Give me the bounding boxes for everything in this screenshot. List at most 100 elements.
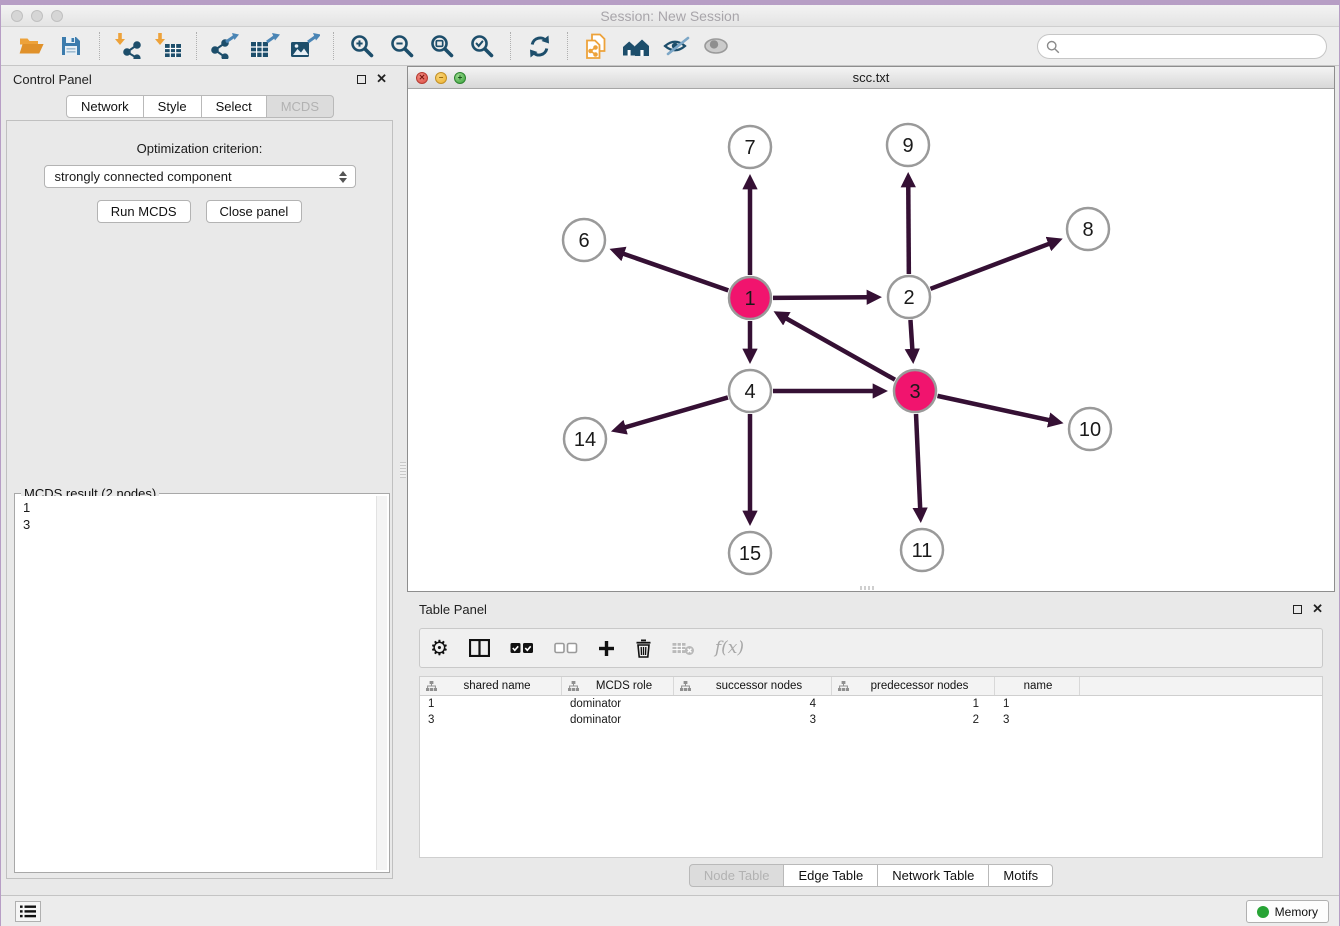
table-body: 1dominator4113dominator323 bbox=[420, 696, 1322, 728]
table-settings-icon[interactable]: ⚙ bbox=[430, 635, 449, 661]
graph-edge-2-8[interactable] bbox=[931, 244, 1050, 289]
delete-table-icon[interactable] bbox=[672, 635, 695, 661]
graph-node-label-4: 4 bbox=[744, 381, 755, 403]
table-cell[interactable]: dominator bbox=[562, 698, 674, 710]
memory-status-dot bbox=[1257, 906, 1269, 918]
table-tabs: Node TableEdge TableNetwork TableMotifs bbox=[407, 864, 1335, 887]
tab-network[interactable]: Network bbox=[66, 95, 144, 118]
graph-edge-1-2[interactable] bbox=[773, 297, 868, 298]
column-header-successor-nodes[interactable]: successor nodes bbox=[674, 677, 832, 695]
tab-mcds[interactable]: MCDS bbox=[267, 95, 334, 118]
hide-selected-button[interactable] bbox=[658, 30, 694, 62]
window-titlebar: Session: New Session bbox=[1, 5, 1339, 27]
table-cell[interactable]: 1 bbox=[420, 698, 562, 710]
table-row[interactable]: 3dominator323 bbox=[420, 712, 1322, 728]
search-input[interactable] bbox=[1065, 37, 1326, 57]
tab-select[interactable]: Select bbox=[202, 95, 267, 118]
toolbar-separator bbox=[333, 32, 334, 60]
function-builder-icon[interactable]: f(x) bbox=[715, 635, 744, 661]
column-header-MCDS-role[interactable]: MCDS role bbox=[562, 677, 674, 695]
window-zoom-button[interactable] bbox=[51, 10, 63, 22]
graph-edge-2-3[interactable] bbox=[910, 320, 912, 350]
network-close-button[interactable]: ✕ bbox=[416, 72, 428, 84]
graph-edge-4-14[interactable] bbox=[624, 397, 728, 427]
split-divider-grip[interactable] bbox=[400, 462, 406, 478]
import-table-button[interactable] bbox=[150, 30, 186, 62]
network-window-controls: ✕ − + bbox=[416, 72, 466, 84]
table-header-row: shared nameMCDS rolesuccessor nodesprede… bbox=[420, 677, 1322, 696]
mcds-result-text[interactable]: 1 3 bbox=[17, 496, 376, 870]
duplicate-network-button[interactable] bbox=[578, 30, 614, 62]
import-network-button[interactable] bbox=[110, 30, 146, 62]
delete-columns-icon[interactable] bbox=[635, 635, 652, 661]
zoom-out-button[interactable] bbox=[384, 30, 420, 62]
add-column-icon[interactable] bbox=[598, 635, 615, 661]
close-panel-icon[interactable]: ✕ bbox=[1312, 601, 1323, 617]
table-cell[interactable]: 3 bbox=[995, 714, 1080, 726]
network-minimize-button[interactable]: − bbox=[435, 72, 447, 84]
column-header-predecessor-nodes[interactable]: predecessor nodes bbox=[832, 677, 995, 695]
network-window: ✕ − + scc.txt 1234678910111415 bbox=[407, 66, 1335, 592]
table-cell[interactable]: 3 bbox=[674, 714, 832, 726]
graph-edge-3-11[interactable] bbox=[916, 414, 920, 509]
task-history-button[interactable] bbox=[15, 901, 41, 922]
home-overview-button[interactable] bbox=[618, 30, 654, 62]
table-row[interactable]: 1dominator411 bbox=[420, 696, 1322, 712]
deselect-all-checkboxes-icon[interactable] bbox=[554, 635, 578, 661]
toolbar-separator bbox=[567, 32, 568, 60]
table-cell[interactable]: 3 bbox=[420, 714, 562, 726]
criterion-dropdown[interactable]: strongly connected component bbox=[44, 165, 356, 188]
graph-node-label-10: 10 bbox=[1079, 419, 1101, 441]
tab-motifs[interactable]: Motifs bbox=[989, 864, 1053, 887]
graph-edge-2-9[interactable] bbox=[908, 186, 909, 274]
main-toolbar bbox=[1, 27, 1339, 66]
tab-edge-table[interactable]: Edge Table bbox=[784, 864, 878, 887]
window-minimize-button[interactable] bbox=[31, 10, 43, 22]
network-window-titlebar[interactable]: ✕ − + scc.txt bbox=[408, 67, 1334, 89]
split-pane-icon[interactable] bbox=[469, 635, 490, 661]
memory-button[interactable]: Memory bbox=[1246, 900, 1329, 923]
table-panel-header: Table Panel ✕ bbox=[407, 596, 1335, 622]
mcds-result-scrollbar[interactable] bbox=[376, 496, 387, 870]
float-panel-icon[interactable] bbox=[357, 75, 366, 84]
table-cell[interactable]: 1 bbox=[995, 698, 1080, 710]
tab-network-table[interactable]: Network Table bbox=[878, 864, 989, 887]
column-header-shared-name[interactable]: shared name bbox=[420, 677, 562, 695]
graph-edge-3-1[interactable] bbox=[786, 318, 895, 380]
table-cell[interactable]: dominator bbox=[562, 714, 674, 726]
export-network-button[interactable] bbox=[207, 30, 243, 62]
table-cell[interactable]: 2 bbox=[832, 714, 995, 726]
column-header-name[interactable]: name bbox=[995, 677, 1080, 695]
run-mcds-button[interactable]: Run MCDS bbox=[97, 200, 191, 223]
window-close-button[interactable] bbox=[11, 10, 23, 22]
table-cell[interactable]: 1 bbox=[832, 698, 995, 710]
status-bar: Memory bbox=[1, 895, 1339, 926]
zoom-in-button[interactable] bbox=[344, 30, 380, 62]
search-field[interactable] bbox=[1037, 34, 1327, 59]
table-cell[interactable]: 4 bbox=[674, 698, 832, 710]
export-table-button[interactable] bbox=[247, 30, 283, 62]
close-panel-icon[interactable]: ✕ bbox=[376, 71, 387, 87]
network-canvas[interactable]: 1234678910111415 bbox=[408, 89, 1334, 591]
list-icon bbox=[20, 905, 36, 918]
export-image-button[interactable] bbox=[287, 30, 323, 62]
zoom-fit-button[interactable] bbox=[424, 30, 460, 62]
refresh-layout-button[interactable] bbox=[521, 30, 557, 62]
graph-edge-3-10[interactable] bbox=[937, 396, 1049, 420]
tab-node-table[interactable]: Node Table bbox=[689, 864, 785, 887]
zoom-selected-button[interactable] bbox=[464, 30, 500, 62]
save-session-button[interactable] bbox=[53, 30, 89, 62]
open-session-button[interactable] bbox=[13, 30, 49, 62]
select-all-checkboxes-icon[interactable] bbox=[510, 635, 534, 661]
close-panel-button[interactable]: Close panel bbox=[206, 200, 303, 223]
split-divider[interactable] bbox=[399, 66, 407, 895]
graph-edge-1-6[interactable] bbox=[623, 254, 729, 291]
control-panel-tabs: NetworkStyleSelectMCDS bbox=[1, 95, 399, 118]
graph-node-label-3: 3 bbox=[909, 381, 920, 403]
float-panel-icon[interactable] bbox=[1293, 605, 1302, 614]
show-all-button[interactable] bbox=[698, 30, 734, 62]
network-zoom-button[interactable]: + bbox=[454, 72, 466, 84]
control-panel-header: Control Panel ✕ bbox=[1, 66, 399, 92]
tab-style[interactable]: Style bbox=[144, 95, 202, 118]
zoom-in-icon bbox=[349, 33, 376, 60]
